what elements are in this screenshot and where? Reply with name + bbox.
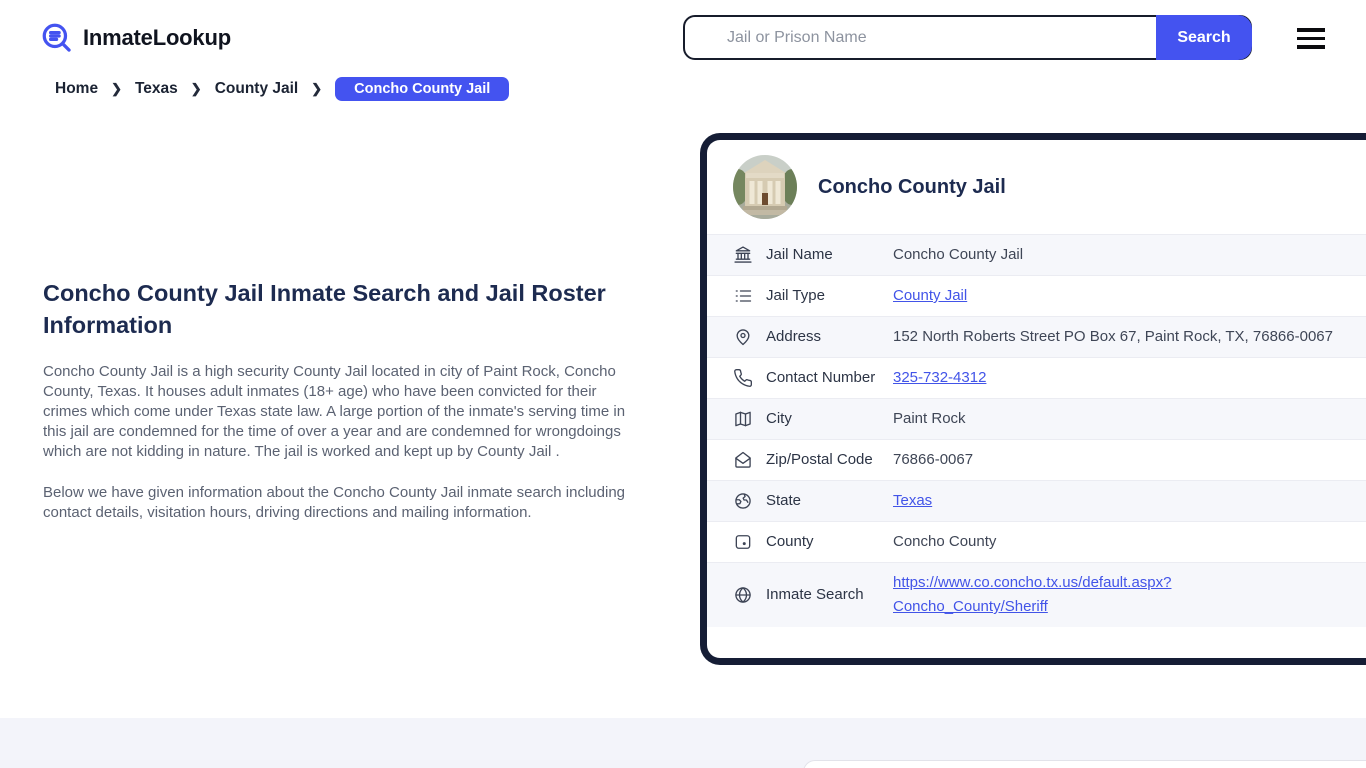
row-label: Jail Name	[766, 246, 833, 263]
row-value: Concho County Jail	[893, 246, 1024, 263]
jail-detail-table: Jail Name Concho County Jail Jail Type C…	[707, 234, 1366, 627]
table-row: Address 152 North Roberts Street PO Box …	[707, 316, 1366, 357]
row-value: 152 North Roberts Street PO Box 67, Pain…	[893, 328, 1333, 345]
table-row: Jail Type County Jail	[707, 275, 1366, 316]
table-row: County Concho County	[707, 521, 1366, 562]
row-value: Concho County	[893, 533, 997, 550]
table-row: City Paint Rock	[707, 398, 1366, 439]
jail-info-card: Concho County Jail Jail Name Concho Coun…	[700, 133, 1366, 665]
search-button[interactable]: Search	[1156, 15, 1252, 60]
row-label: City	[766, 410, 792, 427]
page: InmateLookup Search Home ❯ Texas ❯ Count…	[0, 0, 1366, 768]
mail-icon	[733, 450, 753, 470]
bank-icon	[733, 245, 753, 265]
row-label: State	[766, 492, 802, 509]
chevron-right-icon: ❯	[190, 81, 202, 96]
jail-card-title: Concho County Jail	[818, 175, 1006, 198]
row-label: Jail Type	[766, 287, 825, 304]
table-row: Contact Number 325-732-4312	[707, 357, 1366, 398]
table-row: Zip/Postal Code 76866-0067	[707, 439, 1366, 480]
breadcrumb-county-jail[interactable]: County Jail	[215, 80, 299, 98]
chevron-right-icon: ❯	[111, 81, 122, 96]
hamburger-menu-icon[interactable]	[1297, 28, 1325, 49]
intro-paragraph: Concho County Jail is a high security Co…	[43, 363, 626, 460]
brand-name: InmateLookup	[83, 25, 231, 50]
breadcrumb: Home ❯ Texas ❯ County Jail ❯ Concho Coun…	[55, 77, 510, 101]
breadcrumb-home[interactable]: Home	[55, 80, 98, 98]
row-value: Texas	[893, 489, 932, 513]
row-value-link[interactable]: https://www.co.concho.tx.us/default.aspx…	[893, 571, 1223, 619]
breadcrumb-texas[interactable]: Texas	[135, 80, 178, 98]
row-label: Address	[766, 328, 822, 345]
breadcrumb-current-badge: Concho County Jail	[335, 77, 510, 101]
table-row: Jail Name Concho County Jail	[707, 234, 1366, 275]
brand-logo[interactable]: InmateLookup	[40, 21, 231, 55]
row-label: Inmate Search	[766, 586, 864, 603]
courthouse-photo	[733, 155, 797, 219]
list-icon	[733, 286, 753, 306]
search-bar: Search	[683, 15, 1252, 60]
page-title: Concho County Jail Inmate Search and Jai…	[43, 280, 606, 338]
row-value: 325-732-4312	[893, 366, 986, 390]
table-row: State Texas	[707, 480, 1366, 521]
article: Concho County Jail Inmate Search and Jai…	[43, 277, 637, 523]
row-label: Contact Number	[766, 369, 876, 386]
globe-icon	[733, 585, 753, 605]
chevron-right-icon: ❯	[311, 81, 323, 96]
county-icon	[733, 532, 753, 552]
row-label: County	[766, 533, 814, 550]
table-row: Inmate Search https://www.co.concho.tx.u…	[707, 562, 1366, 627]
row-value-link[interactable]: Texas	[893, 492, 932, 509]
row-value: County Jail	[893, 284, 967, 308]
earth-icon	[733, 491, 753, 511]
phone-icon	[733, 368, 753, 388]
card-header: Concho County Jail	[707, 140, 1366, 234]
row-value-link[interactable]: County Jail	[893, 287, 967, 304]
map-icon	[733, 409, 753, 429]
row-value: 76866-0067	[893, 451, 974, 468]
next-section-card	[803, 760, 1366, 768]
row-value: https://www.co.concho.tx.us/default.aspx…	[893, 571, 1223, 619]
row-label: Zip/Postal Code	[766, 451, 873, 468]
map-pin-icon	[733, 327, 753, 347]
logo-search-icon	[40, 21, 74, 55]
summary-paragraph: Below we have given information about th…	[43, 484, 626, 521]
row-value: Paint Rock	[893, 410, 966, 427]
row-value-link[interactable]: 325-732-4312	[893, 369, 986, 386]
